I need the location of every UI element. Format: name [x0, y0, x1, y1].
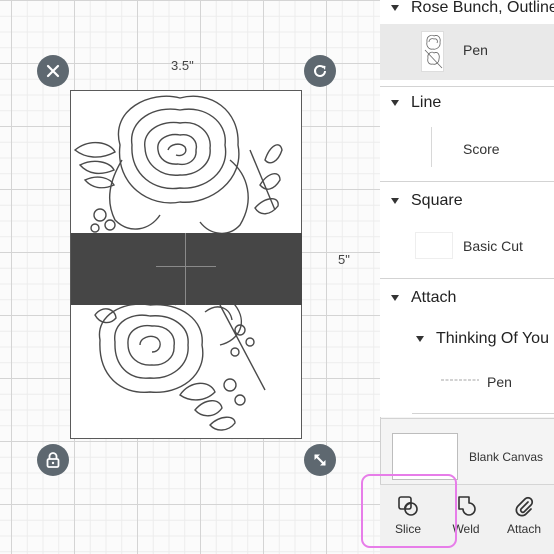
layer-item-label: Basic Cut — [463, 238, 523, 254]
layer-group-header-attach[interactable]: Attach — [380, 283, 554, 313]
layer-item-label: Pen — [463, 42, 488, 58]
layer-group-title: Attach — [411, 289, 457, 306]
square-thumbnail-icon — [415, 232, 453, 259]
line-thumbnail-icon — [431, 127, 432, 167]
width-dimension-label: 3.5" — [171, 58, 194, 73]
layer-item-thinking-of-you-pen[interactable] — [380, 358, 554, 410]
collapse-caret-icon[interactable] — [391, 100, 399, 106]
collapse-caret-icon[interactable] — [391, 295, 399, 301]
divider — [380, 418, 554, 419]
rotate-icon — [314, 64, 326, 77]
height-dimension-label: 5" — [338, 252, 350, 267]
layer-group-title: Rose Bunch, Outline — [411, 0, 554, 16]
layer-group-header-rose-bunch[interactable]: Rose Bunch, Outline — [380, 0, 554, 23]
collapse-caret-icon[interactable] — [391, 5, 399, 11]
resize-diagonal-icon — [314, 454, 326, 466]
layer-group-title: Square — [411, 192, 463, 209]
black-band-rectangle[interactable] — [71, 233, 302, 305]
center-crosshair-horizontal — [156, 266, 216, 267]
close-icon — [46, 64, 60, 78]
collapse-caret-icon[interactable] — [416, 336, 424, 342]
blank-canvas-label: Blank Canvas — [469, 450, 544, 464]
resize-handle[interactable] — [304, 444, 336, 476]
rotate-handle[interactable] — [304, 55, 336, 87]
layer-group-header-line[interactable]: Line — [380, 88, 554, 118]
layer-subgroup-header-thinking-of-you[interactable]: Thinking Of You — [404, 324, 554, 354]
weld-icon — [458, 496, 476, 516]
slice-label: Slice — [394, 522, 421, 536]
delete-handle[interactable] — [37, 55, 69, 87]
layer-group-header-square[interactable]: Square — [380, 186, 554, 216]
blank-canvas-swatch[interactable] — [392, 433, 458, 480]
text-thumbnail-icon — [441, 379, 479, 381]
top-rose — [109, 95, 249, 234]
attach-button[interactable]: Attach — [496, 488, 552, 550]
layer-item-label: Score — [463, 141, 500, 157]
divider — [412, 413, 554, 414]
attach-label: Attach — [506, 522, 542, 536]
slice-icon — [398, 496, 418, 516]
layer-item-label: Pen — [487, 374, 512, 390]
slice-button[interactable]: Slice — [380, 488, 436, 550]
lock-handle[interactable] — [37, 444, 69, 476]
lock-icon — [46, 452, 60, 468]
bottom-rose — [98, 291, 242, 393]
center-crosshair-vertical — [185, 233, 186, 305]
rose-thumbnail-icon — [421, 31, 444, 72]
weld-label: Weld — [452, 522, 480, 536]
collapse-caret-icon[interactable] — [391, 198, 399, 204]
paperclip-icon — [515, 496, 534, 517]
weld-button[interactable]: Weld — [438, 488, 494, 550]
layer-subgroup-title: Thinking Of You — [436, 330, 549, 347]
layer-group-title: Line — [411, 94, 442, 111]
